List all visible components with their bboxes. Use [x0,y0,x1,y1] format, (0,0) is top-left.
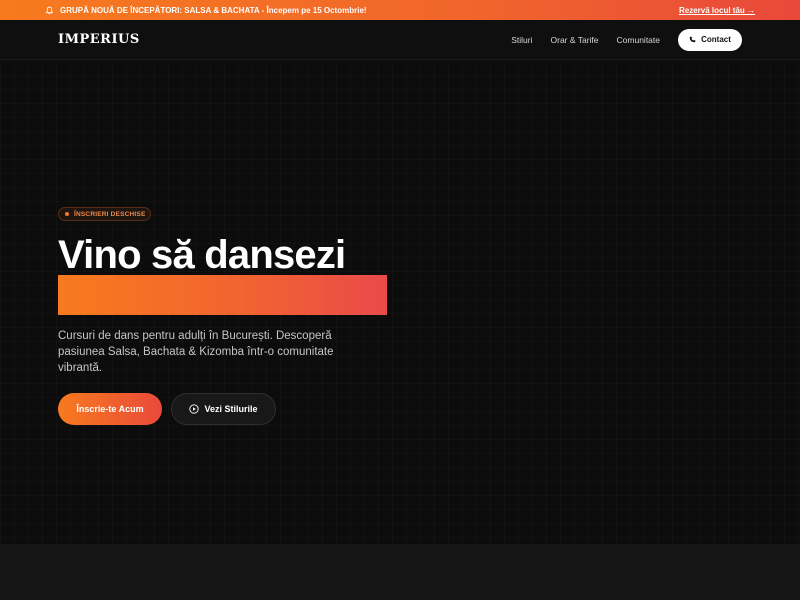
nav-link-comunitate[interactable]: Comunitate [617,35,660,45]
announcement-content: GRUPĂ NOUĂ DE ÎNCEPĂTORI: SALSA & BACHAT… [45,6,367,15]
navbar: IMPERIUS Stiluri Orar & Tarife Comunitat… [0,20,800,60]
nav-links: Stiluri Orar & Tarife Comunitate Contact [511,28,742,51]
announcement-text: GRUPĂ NOUĂ DE ÎNCEPĂTORI: SALSA & BACHAT… [60,5,367,15]
play-circle-icon [189,404,200,414]
enroll-now-button[interactable]: Înscrie-te Acum [58,393,162,425]
status-dot [65,212,69,216]
nav-link-stiluri[interactable]: Stiluri [511,35,532,45]
phone-icon [689,36,696,43]
view-styles-label: Vezi Stilurile [204,404,258,414]
enroll-now-label: Înscrie-te Acum [76,404,144,414]
contact-label: Contact [701,35,731,44]
bell-icon [45,6,54,14]
headline-gradient-bar [58,275,387,315]
contact-button[interactable]: Contact [678,28,742,51]
announcement-bar: GRUPĂ NOUĂ DE ÎNCEPĂTORI: SALSA & BACHAT… [0,0,800,20]
enrollment-badge: ÎNSCRIERI DESCHISE [58,207,151,221]
badge-label: ÎNSCRIERI DESCHISE [74,210,146,218]
hero-description: Cursuri de dans pentru adulți în Bucureș… [58,330,334,374]
logo[interactable]: IMPERIUS [58,32,140,47]
reserve-spot-link[interactable]: Rezervă locul tău → [679,6,755,15]
hero-headline: Vino să dansezi [58,233,346,277]
view-styles-button[interactable]: Vezi Stilurile [171,393,276,425]
next-section [0,544,800,600]
nav-link-orar-tarife[interactable]: Orar & Tarife [551,35,599,45]
